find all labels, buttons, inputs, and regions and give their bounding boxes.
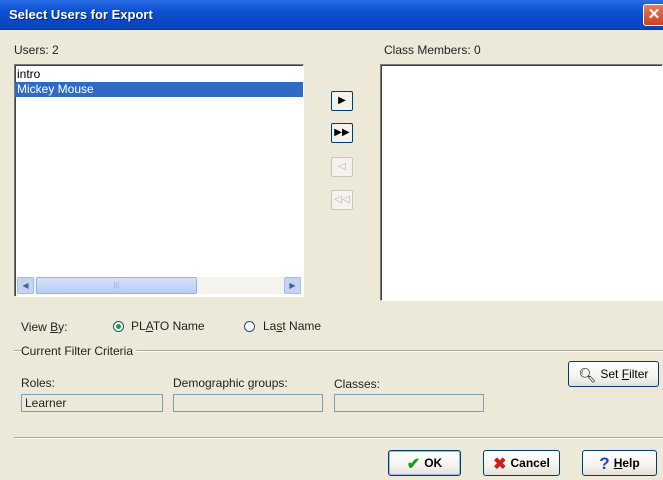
classes-label: Classes: [334,377,381,391]
title-bar: Select Users for Export ✕ [0,0,663,30]
radio-last-name[interactable] [244,321,255,332]
scroll-right-button[interactable]: ▶ [284,277,301,294]
demographic-groups-label: Demographic groups: [173,376,288,390]
chevron-left-icon: ◀ [22,281,29,290]
question-mark-icon: ? [599,454,610,473]
arrow-left-icon: ◁ [338,161,346,172]
class-members-listbox[interactable] [380,64,663,301]
checkmark-icon: ✔ [406,456,421,473]
arrow-right-icon: ▶ [338,95,346,106]
ok-button[interactable]: ✔ OK [388,450,461,476]
class-members-label: Class Members: 0 [384,43,481,57]
close-button[interactable]: ✕ [643,4,663,26]
remove-selected-button[interactable]: ◁ [331,157,353,177]
chevron-right-icon: ▶ [289,281,296,290]
users-horizontal-scrollbar[interactable]: ◀ ||| ▶ [17,277,301,294]
double-arrow-left-icon: ◁◁ [334,194,350,205]
window-title: Select Users for Export [9,7,153,22]
magnifier-icon: 🔍︎ [578,367,597,383]
footer-separator [14,437,663,439]
set-filter-button[interactable]: 🔍︎ Set Filter [568,361,659,387]
cancel-button[interactable]: ✖ Cancel [483,450,560,476]
grip-icon: ||| [113,282,120,289]
roles-field: Learner [21,394,163,412]
help-button[interactable]: ? Help [582,450,657,476]
radio-plato-name-label[interactable]: PLATO Name [131,319,205,333]
scroll-left-button[interactable]: ◀ [17,277,34,294]
dialog-body: Users: 2 Class Members: 0 intro Mickey M… [0,30,663,480]
users-label: Users: 2 [14,43,59,57]
radio-plato-name[interactable] [113,321,124,332]
classes-field [334,394,484,412]
double-arrow-right-icon: ▶▶ [334,127,350,138]
view-by-label: View By: [21,320,68,334]
list-item-intro[interactable]: intro [15,67,303,82]
users-listbox[interactable]: intro Mickey Mouse ◀ ||| ▶ [14,64,304,297]
x-icon: ✖ [493,456,507,473]
add-all-button[interactable]: ▶▶ [331,123,353,143]
remove-all-button[interactable]: ◁◁ [331,190,353,210]
list-item-mickey-mouse[interactable]: Mickey Mouse [15,82,303,97]
filter-group-label: Current Filter Criteria [21,344,137,358]
close-icon: ✕ [647,6,661,23]
roles-label: Roles: [21,376,56,390]
radio-last-name-label[interactable]: Last Name [263,319,321,333]
scroll-thumb[interactable]: ||| [36,277,197,294]
demographic-groups-field [173,394,323,412]
add-selected-button[interactable]: ▶ [331,91,353,111]
